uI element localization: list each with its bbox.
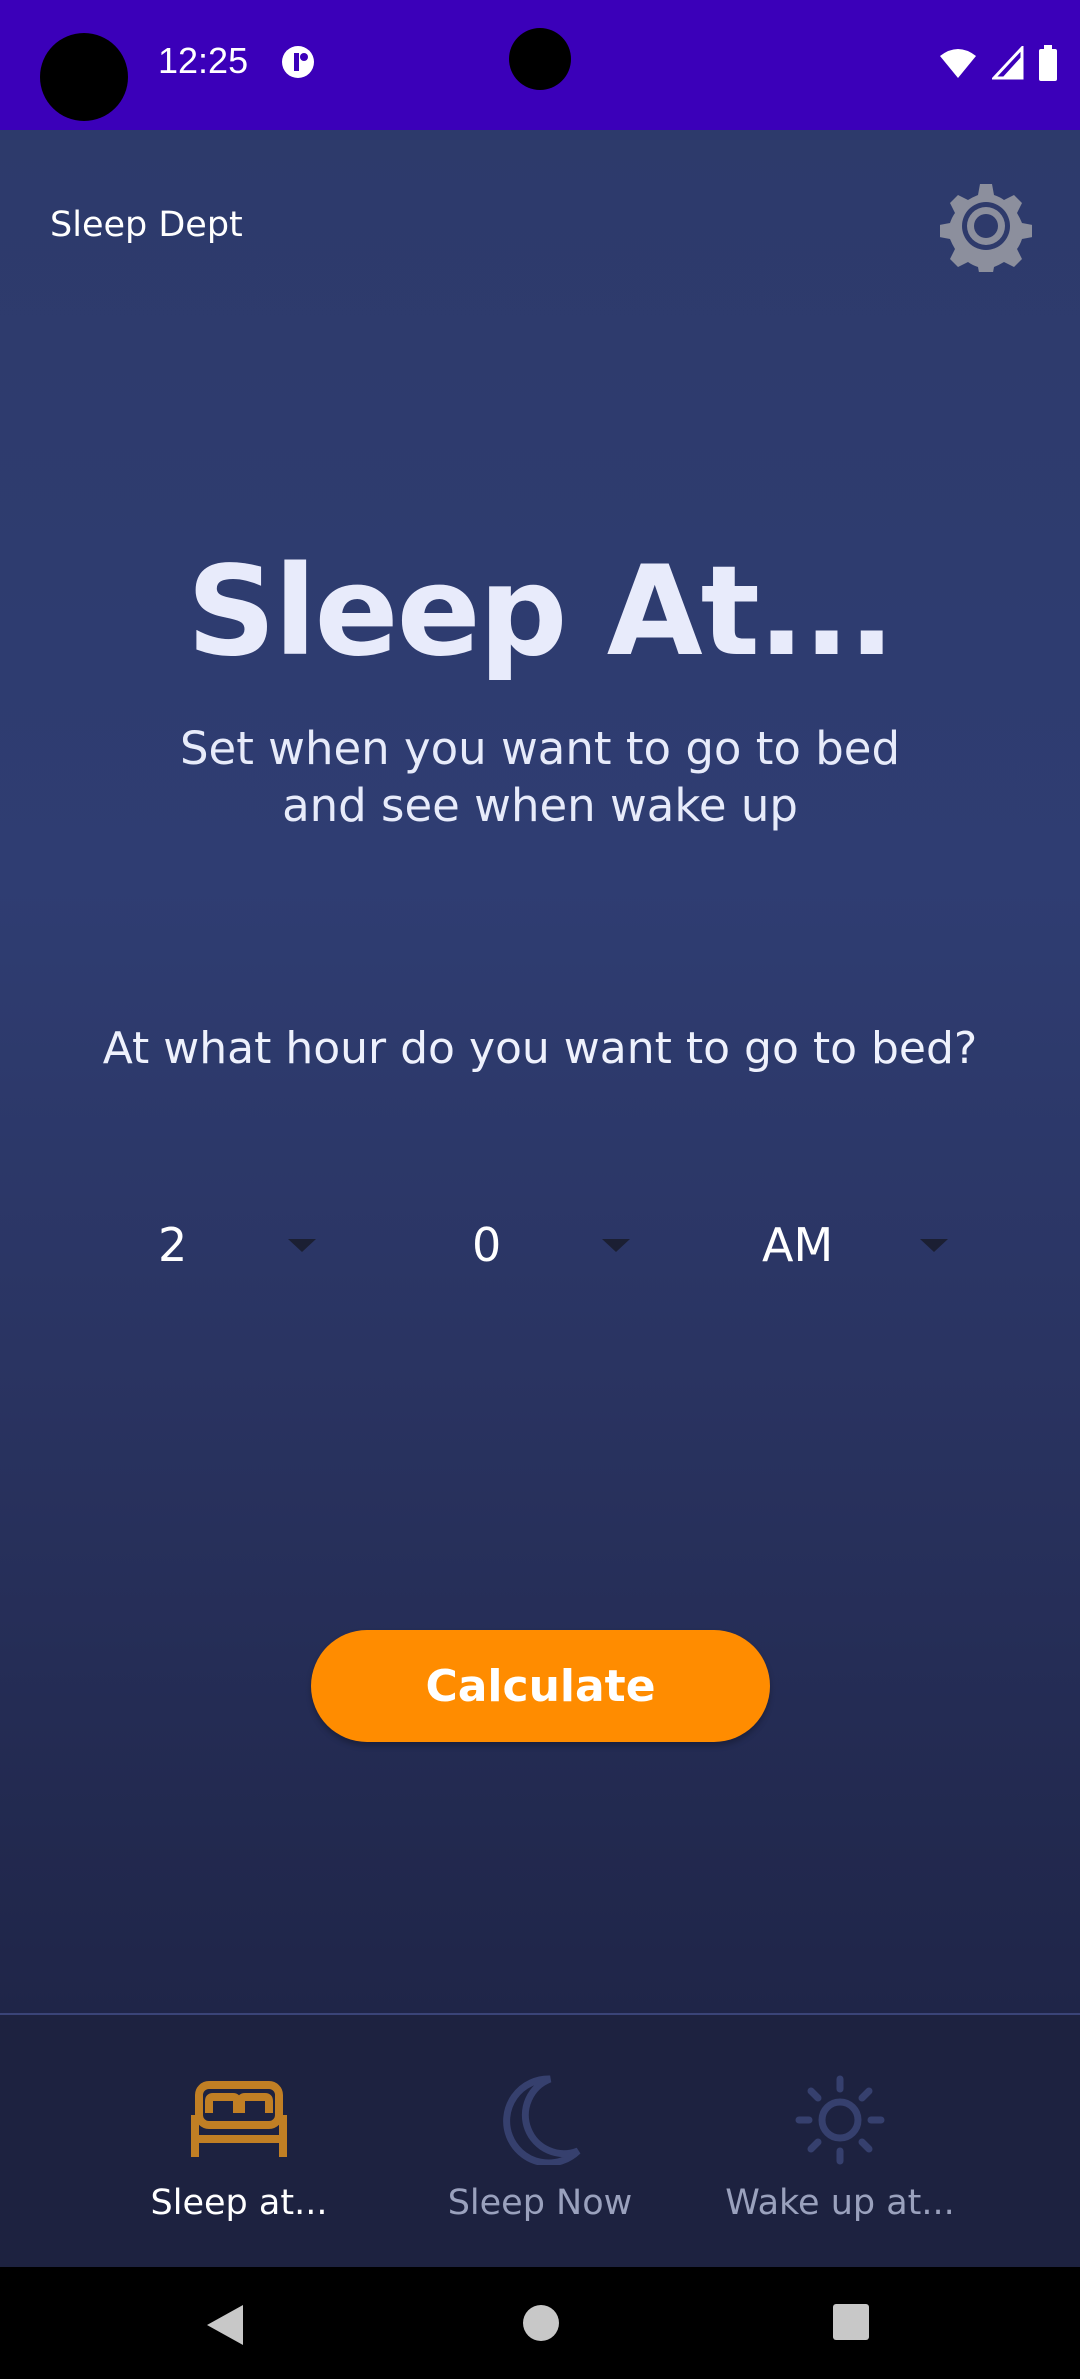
camera-cutout-center <box>509 28 571 90</box>
chevron-down-icon <box>288 1239 316 1252</box>
chevron-down-icon <box>602 1239 630 1252</box>
moon-icon <box>503 2075 581 2165</box>
wifi-icon <box>940 49 976 78</box>
home-icon[interactable] <box>521 2303 561 2343</box>
minute-value: 0 <box>472 1218 502 1272</box>
nav-item-wake-up-at[interactable]: Wake up at... <box>690 2015 990 2269</box>
period-value: AM <box>762 1218 834 1272</box>
status-time: 12:25 <box>158 40 249 81</box>
sun-icon <box>795 2075 885 2165</box>
nav-label-sleep-at: Sleep at... <box>150 2183 328 2223</box>
subtitle-line-1: Set when you want to go to bed <box>179 722 901 775</box>
page-subtitle: Set when you want to go to bed and see w… <box>0 720 1080 834</box>
time-selectors: 2 0 AM <box>0 1195 1080 1295</box>
status-bar: 12:25 <box>0 0 1080 130</box>
hour-select[interactable]: 2 <box>158 1195 328 1295</box>
battery-icon <box>1039 45 1057 81</box>
chevron-down-icon <box>920 1239 948 1252</box>
bed-icon <box>191 2081 287 2157</box>
calculate-button[interactable]: Calculate <box>311 1630 770 1742</box>
app-notification-icon <box>282 46 314 78</box>
recents-icon[interactable] <box>832 2303 870 2341</box>
minute-select[interactable]: 0 <box>472 1195 642 1295</box>
subtitle-line-2: and see when wake up <box>282 779 798 832</box>
nav-label-sleep-now: Sleep Now <box>447 2183 633 2223</box>
question-label: At what hour do you want to go to bed? <box>102 1023 978 1074</box>
period-select[interactable]: AM <box>762 1195 952 1295</box>
back-icon[interactable] <box>203 2303 247 2347</box>
page-title: Sleep At... <box>186 540 896 684</box>
nav-label-wake-up-at: Wake up at... <box>725 2183 955 2223</box>
gear-icon[interactable] <box>940 180 1032 272</box>
camera-cutout <box>40 33 128 121</box>
app-name: Sleep Dept <box>50 205 243 245</box>
nav-item-sleep-at[interactable]: Sleep at... <box>89 2015 389 2269</box>
hour-value: 2 <box>158 1218 188 1272</box>
bottom-navigation: Sleep at... Sleep Now Wake up at... <box>0 2013 1080 2267</box>
signal-icon <box>992 46 1024 80</box>
nav-item-sleep-now[interactable]: Sleep Now <box>390 2015 690 2269</box>
app-screen: Sleep Dept Sleep At... Set when you want… <box>0 130 1080 2015</box>
system-navigation-bar <box>0 2267 1080 2379</box>
status-icons <box>938 44 1058 82</box>
